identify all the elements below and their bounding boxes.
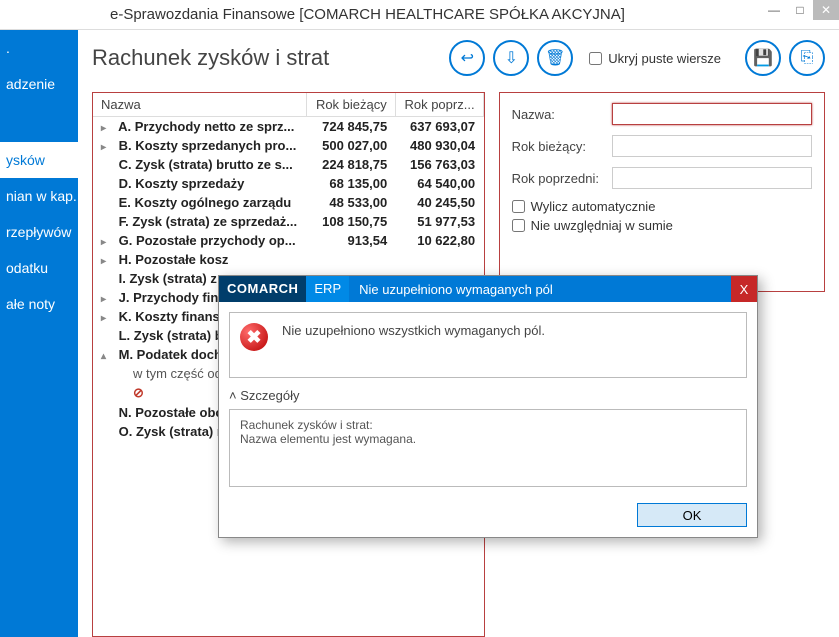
current-year-row: Rok bieżący:	[512, 135, 812, 157]
table-row[interactable]: C. Zysk (strata) brutto ze s...224 818,7…	[93, 155, 483, 174]
save-button[interactable]: 💾	[745, 40, 781, 76]
prev-year-row: Rok poprzedni:	[512, 167, 812, 189]
title-bar: e-Sprawozdania Finansowe [COMARCH HEALTH…	[0, 0, 839, 30]
export-icon: ⎘	[801, 49, 814, 67]
export-button[interactable]: ⎘	[789, 40, 825, 76]
details-line-2: Nazwa elementu jest wymagana.	[240, 432, 736, 446]
name-input[interactable]	[612, 103, 812, 125]
sidebar-item-6[interactable]: ałe noty	[0, 286, 78, 322]
minimize-button[interactable]: —	[761, 0, 787, 20]
sidebar-item-2[interactable]: ysków	[0, 142, 78, 178]
dialog-titlebar: COMARCH ERP Nie uzupełniono wymaganych p…	[219, 276, 757, 302]
details-body: Rachunek zysków i strat: Nazwa elementu …	[229, 409, 747, 487]
sidebar-item-3[interactable]: nian w kap.	[0, 178, 78, 214]
col-prev[interactable]: Rok poprz...	[395, 93, 483, 117]
down-icon: ⇩	[505, 48, 518, 68]
chevron-up-icon: ˄	[229, 388, 237, 403]
maximize-button[interactable]: □	[787, 0, 813, 20]
close-icon: X	[740, 282, 749, 297]
back-button[interactable]: ↩	[449, 40, 485, 76]
page-header: Rachunek zysków i strat ↩ ⇩ 🗑 Ukryj pust…	[92, 40, 825, 76]
table-row[interactable]: F. Zysk (strata) ze sprzedaż...108 150,7…	[93, 212, 483, 231]
name-row: Nazwa:	[512, 103, 812, 125]
table-row[interactable]: ▸ G. Pozostałe przychody op...913,5410 6…	[93, 231, 483, 250]
auto-calc-label[interactable]: Wylicz automatycznie	[512, 199, 812, 214]
table-row[interactable]: ▸ A. Przychody netto ze sprz...724 845,7…	[93, 117, 483, 137]
sidebar-item-5[interactable]: odatku	[0, 250, 78, 286]
window-title: e-Sprawozdania Finansowe [COMARCH HEALTH…	[110, 6, 625, 23]
sidebar-item-0[interactable]: .	[0, 30, 78, 66]
down-button[interactable]: ⇩	[493, 40, 529, 76]
back-icon: ↩	[461, 48, 474, 68]
prev-year-label: Rok poprzedni:	[512, 171, 612, 186]
details-line-1: Rachunek zysków i strat:	[240, 418, 736, 432]
table-row[interactable]: D. Koszty sprzedaży68 135,0064 540,00	[93, 174, 483, 193]
name-label: Nazwa:	[512, 107, 612, 122]
auto-calc-checkbox[interactable]	[512, 200, 525, 213]
table-row[interactable]: ▸ B. Koszty sprzedanych pro...500 027,00…	[93, 136, 483, 155]
trash-icon: 🗑	[545, 48, 565, 68]
dialog-title: Nie uzupełniono wymaganych pól	[349, 282, 731, 297]
hide-empty-rows-label[interactable]: Ukryj puste wiersze	[589, 51, 721, 66]
col-name[interactable]: Nazwa	[93, 93, 307, 117]
detail-form: Nazwa: Rok bieżący: Rok poprzedni: Wylic…	[499, 92, 825, 292]
col-current[interactable]: Rok bieżący	[307, 93, 396, 117]
dialog-message-box: ✖ Nie uzupełniono wszystkich wymaganych …	[229, 312, 747, 378]
delete-button[interactable]: 🗑	[537, 40, 573, 76]
prev-year-input[interactable]	[612, 167, 812, 189]
ok-button[interactable]: OK	[637, 503, 747, 527]
exclude-sum-label[interactable]: Nie uwzględniaj w sumie	[512, 218, 812, 233]
table-row[interactable]: E. Koszty ogólnego zarządu48 533,0040 24…	[93, 193, 483, 212]
current-year-input[interactable]	[612, 135, 812, 157]
sidebar-item-1[interactable]: adzenie	[0, 66, 78, 102]
dialog-message: Nie uzupełniono wszystkich wymaganych pó…	[282, 323, 545, 338]
validation-dialog: COMARCH ERP Nie uzupełniono wymaganych p…	[218, 275, 758, 538]
hide-empty-rows-checkbox[interactable]	[589, 52, 602, 65]
save-icon: 💾	[753, 48, 773, 68]
sidebar-item-4[interactable]: rzepływów	[0, 214, 78, 250]
sidebar: . adzenie ysków nian w kap. rzepływów od…	[0, 30, 78, 637]
dialog-close-button[interactable]: X	[731, 276, 757, 302]
error-icon: ✖	[240, 323, 268, 351]
table-row[interactable]: ▸ H. Pozostałe kosz	[93, 250, 483, 269]
close-window-button[interactable]: ✕	[813, 0, 839, 20]
page-title: Rachunek zysków i strat	[92, 45, 441, 71]
exclude-sum-checkbox[interactable]	[512, 219, 525, 232]
brand-label: COMARCH	[219, 276, 306, 302]
erp-label: ERP	[306, 276, 349, 302]
details-toggle[interactable]: ˄ Szczegóły	[229, 388, 747, 403]
current-year-label: Rok bieżący:	[512, 139, 612, 154]
